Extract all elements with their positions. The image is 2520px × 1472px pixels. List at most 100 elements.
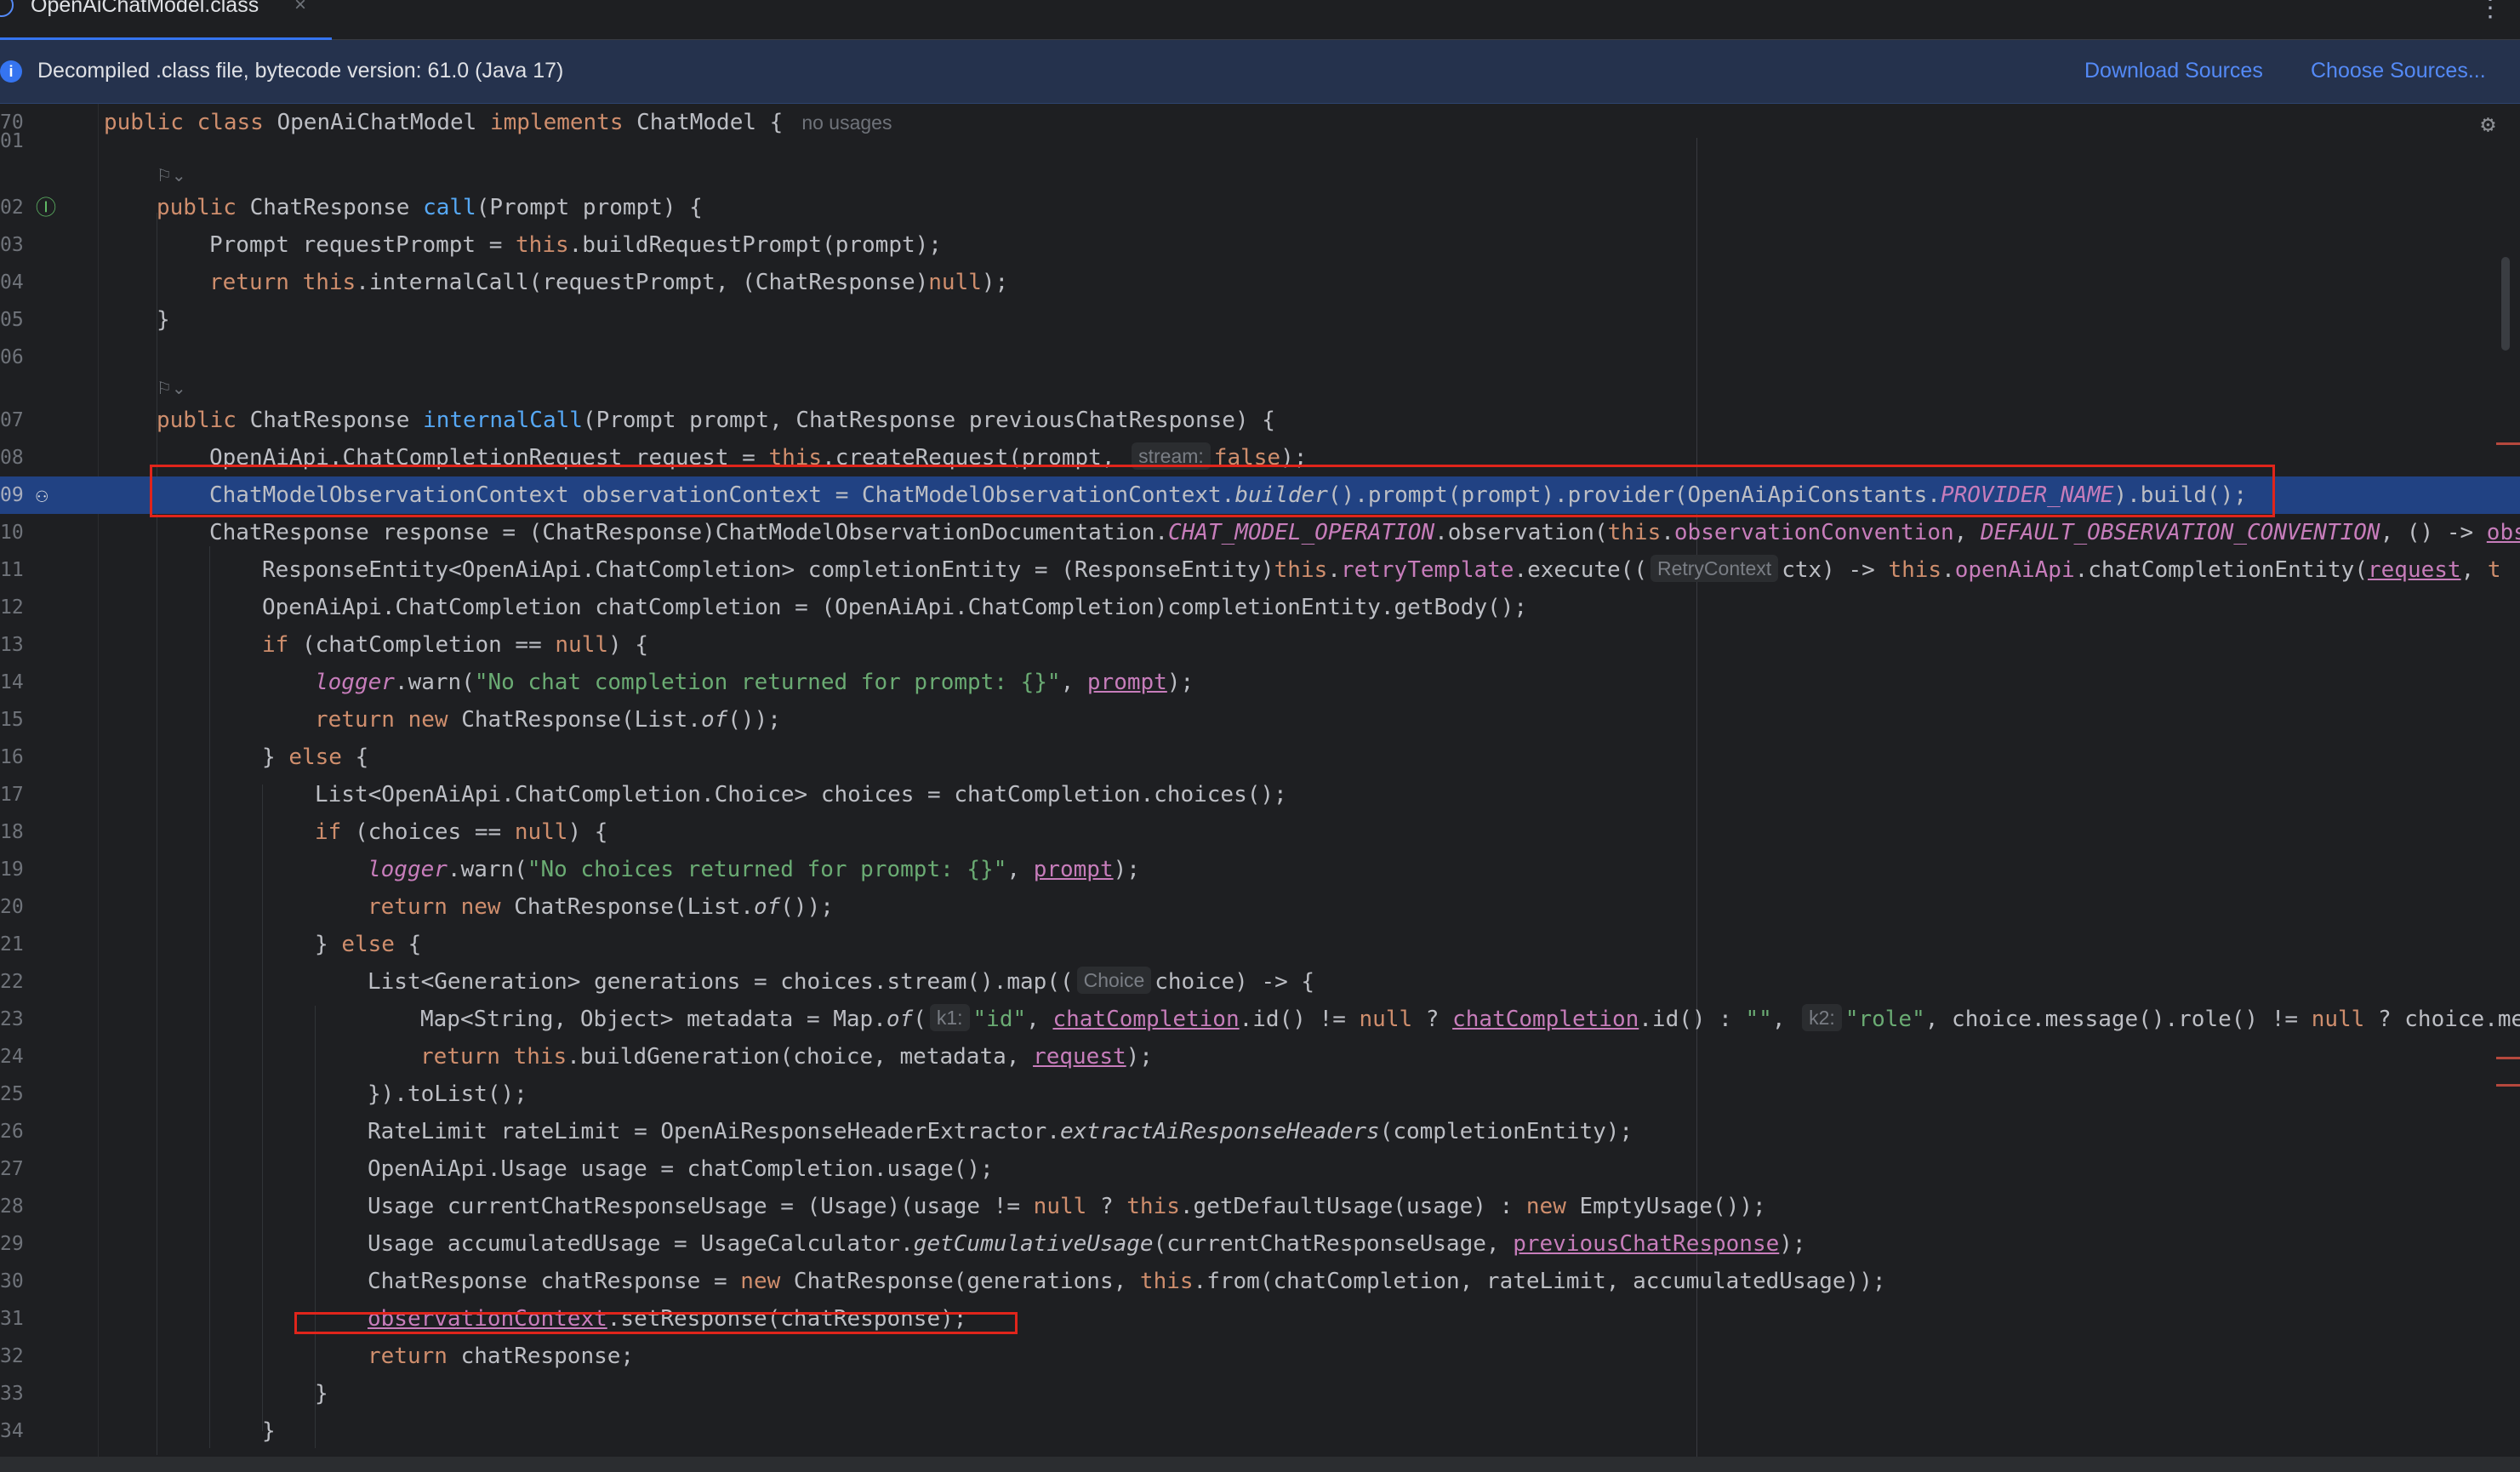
line-number: 21 (0, 933, 24, 956)
line-code: public ChatResponse call(Prompt prompt) … (157, 195, 703, 220)
line-number: 34 (0, 1420, 24, 1442)
line-code: ChatModelObservationContext observationC… (209, 482, 2247, 508)
line-number: 30 (0, 1270, 24, 1292)
bug-gutter-icon[interactable]: ⚇ (36, 476, 48, 514)
line-code: }).toList(); (368, 1081, 527, 1107)
line-number: 31 (0, 1308, 24, 1330)
line-code: Usage currentChatResponseUsage = (Usage)… (368, 1194, 1766, 1219)
code-line: 25 }).toList(); (0, 1075, 2520, 1113)
code-line: 05 } (0, 301, 2520, 339)
line-number: 15 (0, 709, 24, 731)
line-number: 09 (0, 484, 24, 506)
fold-marker[interactable]: ⚐⌄ (0, 373, 2520, 402)
line-code: return chatResponse; (368, 1344, 635, 1369)
line-code: return new ChatResponse(List.of()); (368, 894, 834, 920)
line-number: 25 (0, 1083, 24, 1105)
code-line: 29 Usage accumulatedUsage = UsageCalcula… (0, 1225, 2520, 1263)
line-number: 33 (0, 1383, 24, 1405)
code-line: 28 Usage currentChatResponseUsage = (Usa… (0, 1188, 2520, 1225)
line-number: 29 (0, 1233, 24, 1255)
line-number: 23 (0, 1008, 24, 1030)
line-code: public ChatResponse internalCall(Prompt … (157, 408, 1275, 433)
line-code: } else { (262, 745, 369, 770)
line-code: observationContext.setResponse(chatRespo… (368, 1306, 967, 1332)
line-number: 14 (0, 671, 24, 693)
line-number: 12 (0, 596, 24, 619)
line-number: 19 (0, 859, 24, 881)
code-line: 32 return chatResponse; (0, 1338, 2520, 1375)
line-code: return new ChatResponse(List.of()); (315, 707, 781, 733)
editor-tab-bar: OpenAiChatModel.class × ⋮ (0, 0, 2520, 41)
line-number: 22 (0, 971, 24, 993)
tab-label: OpenAiChatModel.class (31, 0, 259, 17)
tab-openaichatmodel[interactable]: OpenAiChatModel.class × (0, 0, 332, 41)
line-code: OpenAiApi.Usage usage = chatCompletion.u… (368, 1156, 994, 1182)
code-line: 26 RateLimit rateLimit = OpenAiResponseH… (0, 1113, 2520, 1150)
fold-marker[interactable]: ⚐⌄ (0, 160, 2520, 189)
line-number: 11 (0, 559, 24, 581)
line-code: return this.internalCall(requestPrompt, … (209, 270, 1009, 295)
code-line: 21 } else { (0, 926, 2520, 963)
line-code: if (choices == null) { (315, 819, 608, 845)
code-line: 19 logger.warn("No choices returned for … (0, 851, 2520, 888)
line-code: OpenAiApi.ChatCompletionRequest request … (209, 439, 1307, 476)
line-number: 16 (0, 746, 24, 768)
line-number: 28 (0, 1195, 24, 1218)
line-code: } (262, 1418, 276, 1444)
code-line: 14 logger.warn("No chat completion retur… (0, 664, 2520, 701)
line-code: RateLimit rateLimit = OpenAiResponseHead… (368, 1119, 1633, 1144)
line-number: 24 (0, 1046, 24, 1068)
code-line: 06 (0, 339, 2520, 376)
line-number: 17 (0, 784, 24, 806)
horizontal-scrollbar[interactable] (0, 1457, 2520, 1472)
banner-message: Decompiled .class file, bytecode version… (37, 59, 564, 83)
line-code: Usage accumulatedUsage = UsageCalculator… (368, 1231, 1806, 1257)
code-line: 31 observationContext.setResponse(chatRe… (0, 1300, 2520, 1338)
code-line: 07 public ChatResponse internalCall(Prom… (0, 402, 2520, 439)
line-number: 26 (0, 1121, 24, 1143)
info-icon: i (0, 60, 22, 83)
code-line: 27 OpenAiApi.Usage usage = chatCompletio… (0, 1150, 2520, 1188)
close-icon[interactable]: × (294, 0, 306, 17)
code-line: 30 ChatResponse chatResponse = new ChatR… (0, 1263, 2520, 1300)
line-number: 20 (0, 896, 24, 918)
line-number: 03 (0, 234, 24, 256)
line-code: } else { (315, 932, 422, 957)
download-sources-link[interactable]: Download Sources (2084, 59, 2263, 83)
code-line: 04 return this.internalCall(requestPromp… (0, 264, 2520, 301)
line-code: logger.warn("No chat completion returned… (315, 670, 1194, 695)
line-number: 01 (0, 130, 24, 152)
line-number: 08 (0, 447, 24, 469)
line-number: 02 (0, 197, 24, 219)
line-code: if (chatCompletion == null) { (262, 632, 648, 658)
code-line: 17 List<OpenAiApi.ChatCompletion.Choice>… (0, 776, 2520, 813)
line-number: 32 (0, 1345, 24, 1367)
line-number: 06 (0, 346, 24, 368)
line-code: List<OpenAiApi.ChatCompletion.Choice> ch… (315, 782, 1287, 807)
choose-sources-link[interactable]: Choose Sources... (2311, 59, 2486, 83)
line-code: Map<String, Object> metadata = Map.of(k1… (420, 1001, 2520, 1038)
line-code: ResponseEntity<OpenAiApi.ChatCompletion>… (262, 551, 2501, 589)
more-icon[interactable]: ⋮ (2477, 0, 2503, 23)
code-line: 16 } else { (0, 739, 2520, 776)
code-line: 01 (0, 123, 2520, 160)
code-editor[interactable]: ⚙ 70 public class OpenAiChatModel implem… (0, 104, 2520, 1457)
code-line: 15 return new ChatResponse(List.of()); (0, 701, 2520, 739)
code-line: 33 } (0, 1375, 2520, 1412)
code-line: 13 if (chatCompletion == null) { (0, 626, 2520, 664)
code-line: 34 } (0, 1412, 2520, 1450)
override-gutter-icon[interactable]: Ⓘ (36, 189, 56, 226)
code-line: 23 Map<String, Object> metadata = Map.of… (0, 1001, 2520, 1038)
code-line-current: 09 ⚇ ChatModelObservationContext observa… (0, 476, 2520, 514)
line-code: ChatResponse chatResponse = new ChatResp… (368, 1269, 1886, 1294)
code-line: 11 ResponseEntity<OpenAiApi.ChatCompleti… (0, 551, 2520, 589)
decompiled-banner: i Decompiled .class file, bytecode versi… (0, 40, 2520, 104)
line-code: logger.warn("No choices returned for pro… (368, 857, 1140, 882)
code-line: 03 Prompt requestPrompt = this.buildRequ… (0, 226, 2520, 264)
code-line: 02 Ⓘ public ChatResponse call(Prompt pro… (0, 189, 2520, 226)
code-line: 24 return this.buildGeneration(choice, m… (0, 1038, 2520, 1075)
line-number: 18 (0, 821, 24, 843)
line-number: 10 (0, 522, 24, 544)
line-code: ChatResponse response = (ChatResponse)Ch… (209, 520, 2520, 545)
line-code: Prompt requestPrompt = this.buildRequest… (209, 232, 942, 258)
